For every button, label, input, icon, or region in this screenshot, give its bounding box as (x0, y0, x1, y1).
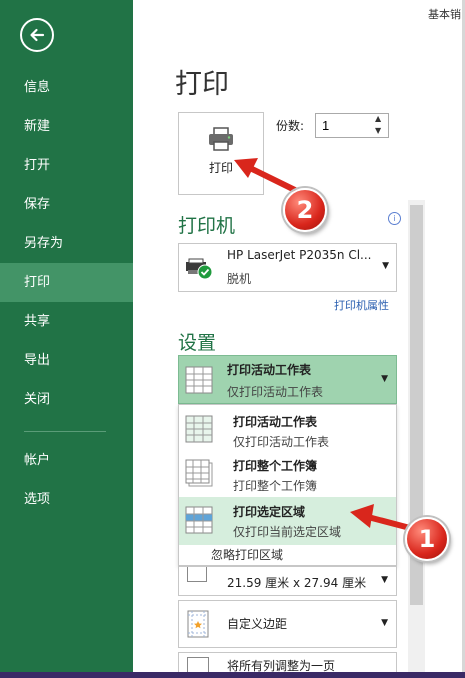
print-scope-dropdown[interactable]: 打印活动工作表 仅打印活动工作表 ▼ (178, 355, 397, 404)
menu-item-active-sheet[interactable]: 打印活动工作表 仅打印活动工作表 (179, 407, 396, 455)
window-title: 基本销 (428, 8, 461, 21)
menu-item-title: 打印活动工作表 (233, 415, 318, 429)
paper-size-text: 21.59 厘米 x 27.94 厘米 (227, 576, 367, 590)
chevron-down-icon: ▼ (382, 261, 389, 271)
sidebar-item-export[interactable]: 导出 (0, 341, 133, 380)
sidebar-item-new[interactable]: 新建 (0, 107, 133, 146)
chevron-down-icon: ▼ (381, 618, 388, 628)
sidebar-item-account[interactable]: 帐户 (0, 441, 133, 480)
scope-selected-title: 打印活动工作表 (227, 363, 312, 377)
active-sheet-icon (185, 415, 213, 443)
sidebar-item-save-as[interactable]: 另存为 (0, 224, 133, 263)
margins-dropdown[interactable]: 自定义边距 ▼ (178, 600, 397, 648)
menu-item-subtitle: 仅打印活动工作表 (233, 435, 330, 449)
sidebar-item-print[interactable]: 打印 (0, 263, 133, 302)
printer-dropdown[interactable]: HP LaserJet P2035n Cl... 脱机 ▼ (178, 243, 397, 292)
scaling-dropdown[interactable]: 将所有列调整为一页 (178, 652, 397, 674)
menu-item-subtitle: 打印整个工作簿 (233, 479, 318, 493)
page-title: 打印 (175, 69, 229, 100)
settings-section-title: 设置 (178, 332, 217, 354)
menu-item-subtitle: 仅打印当前选定区域 (233, 525, 342, 539)
menu-item-entire-workbook[interactable]: 打印整个工作簿 打印整个工作簿 (179, 451, 396, 499)
sidebar-item-options[interactable]: 选项 (0, 480, 133, 519)
chevron-down-icon: ▼ (381, 374, 388, 384)
step-badge-2: 2 (283, 188, 327, 232)
print-scope-menu: 打印活动工作表 仅打印活动工作表 打印整个工作簿 打印整个工作簿 打印选定区域 … (178, 404, 397, 566)
selection-icon (185, 506, 213, 534)
printer-status-icon (186, 258, 213, 280)
sidebar-divider (24, 431, 106, 432)
copies-label: 份数: (276, 119, 305, 133)
active-sheet-icon (185, 366, 213, 394)
printer-name: HP LaserJet P2035n Cl... (227, 248, 372, 262)
sidebar-item-close[interactable]: 关闭 (0, 380, 133, 419)
sidebar-item-open[interactable]: 打开 (0, 146, 133, 185)
printer-properties-link[interactable]: 打印机属性 (334, 297, 389, 313)
sidebar-item-share[interactable]: 共享 (0, 302, 133, 341)
info-icon[interactable]: i (388, 212, 401, 225)
step-badge-1: 1 (405, 517, 449, 561)
spin-up-icon[interactable]: ▲ (375, 114, 381, 123)
printer-icon (209, 127, 233, 151)
back-arrow-icon[interactable] (20, 18, 54, 52)
backstage-sidebar: 信息 新建 打开 保存 另存为 打印 共享 导出 关闭 帐户 选项 (0, 0, 133, 672)
chevron-down-icon: ▼ (381, 575, 388, 585)
paper-size-dropdown[interactable]: 21.59 厘米 x 27.94 厘米 ▼ (178, 566, 397, 596)
page-icon (187, 567, 207, 582)
scope-selected-subtitle: 仅打印活动工作表 (227, 385, 324, 399)
sidebar-item-info[interactable]: 信息 (0, 68, 133, 107)
taskbar-strip (0, 672, 465, 678)
menu-item-title: 打印选定区域 (233, 505, 306, 519)
margins-text: 自定义边距 (227, 617, 288, 631)
menu-item-title: 打印整个工作簿 (233, 459, 318, 473)
margins-icon (187, 610, 209, 638)
workbook-icon (185, 459, 213, 487)
sidebar-item-save[interactable]: 保存 (0, 185, 133, 224)
spin-down-icon[interactable]: ▼ (375, 126, 381, 135)
ignore-print-area-option[interactable]: 忽略打印区域 (211, 546, 283, 563)
printer-section-title: 打印机 (178, 215, 236, 237)
printer-status: 脱机 (227, 272, 252, 286)
